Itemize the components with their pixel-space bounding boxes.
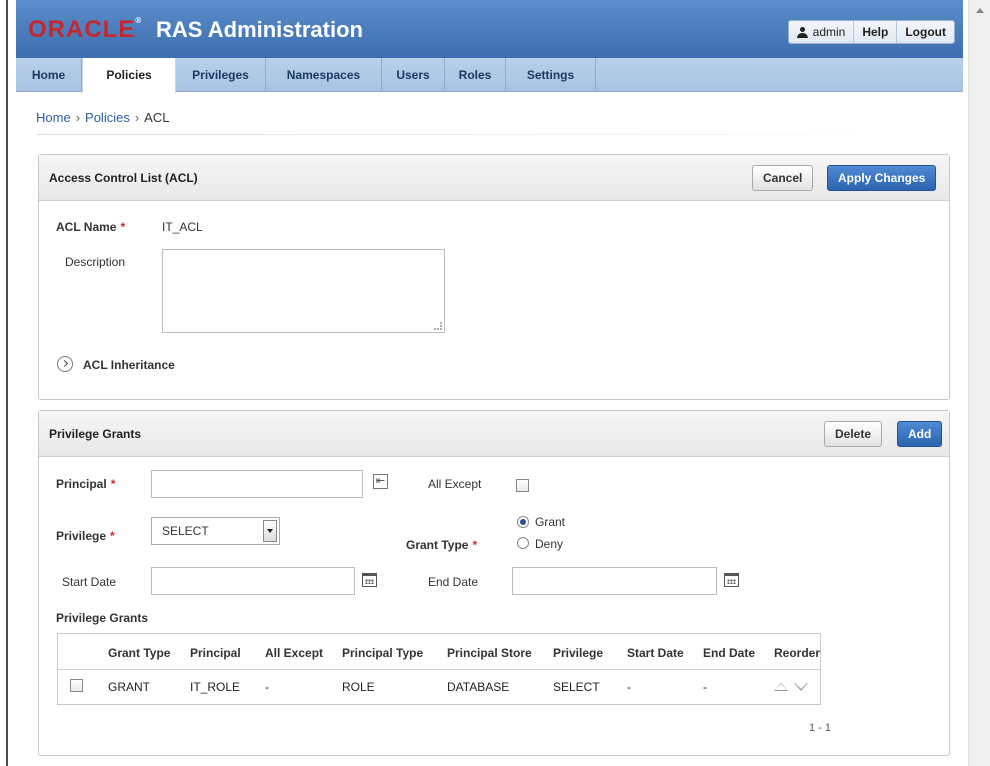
acl-region-header: Access Control List (ACL) Cancel Apply C…: [39, 155, 949, 201]
start-date-label: Start Date: [62, 575, 117, 589]
user-icon: [796, 26, 808, 38]
cell-principal-type: ROLE: [342, 680, 375, 694]
breadcrumb-separator: ›: [75, 110, 81, 125]
grant-option-label[interactable]: Grant: [535, 515, 565, 529]
required-marker: *: [110, 477, 116, 491]
end-date-label: End Date: [428, 575, 479, 589]
oracle-logo: ORACLE®: [28, 16, 142, 44]
cell-start-date: -: [627, 680, 631, 694]
principal-label: Principal *: [56, 477, 115, 491]
tab-policies[interactable]: Policies: [82, 58, 176, 93]
tab-privileges[interactable]: Privileges: [176, 58, 266, 92]
table-row: GRANT IT_ROLE - ROLE DATABASE SELECT - -: [58, 670, 820, 704]
grant-type-label: Grant Type *: [406, 538, 477, 552]
user-name: admin: [812, 25, 846, 39]
col-start-date[interactable]: Start Date: [627, 646, 684, 660]
expand-chevron-icon[interactable]: [57, 356, 73, 372]
move-down-icon[interactable]: [794, 683, 808, 691]
cell-principal: IT_ROLE: [190, 680, 241, 694]
description-label: Description: [65, 255, 126, 269]
calendar-icon[interactable]: [362, 573, 377, 587]
tab-namespaces[interactable]: Namespaces: [266, 58, 382, 92]
col-principal[interactable]: Principal: [190, 646, 241, 660]
pagination-range: 1 - 1: [808, 722, 831, 734]
description-textarea[interactable]: [162, 249, 445, 333]
tab-roles[interactable]: Roles: [445, 58, 506, 92]
principal-label-text: Principal: [56, 477, 107, 491]
acl-region: Access Control List (ACL) Cancel Apply C…: [38, 154, 950, 400]
privilege-label: Privilege *: [56, 529, 115, 543]
all-except-label: All Except: [428, 477, 482, 491]
tab-home[interactable]: Home: [16, 58, 82, 92]
apply-changes-button[interactable]: Apply Changes: [827, 165, 937, 191]
start-date-input[interactable]: [151, 567, 355, 595]
col-privilege[interactable]: Privilege: [553, 646, 603, 660]
col-reorder: Reorder: [774, 646, 821, 660]
breadcrumb-separator: ›: [134, 110, 140, 125]
cell-grant-type: GRANT: [108, 680, 150, 694]
required-marker: *: [110, 529, 115, 543]
cell-principal-store: DATABASE: [447, 680, 510, 694]
col-all-except[interactable]: All Except: [265, 646, 323, 660]
window-left-edge: [0, 0, 8, 766]
add-button[interactable]: Add: [897, 421, 943, 447]
app-title: RAS Administration: [156, 17, 363, 42]
cancel-button[interactable]: Cancel: [752, 165, 814, 191]
col-principal-type[interactable]: Principal Type: [342, 646, 423, 660]
logo-text: ORACLE: [28, 16, 136, 43]
privilege-grants-table: Grant Type Principal All Except Principa…: [57, 633, 821, 705]
cell-all-except: -: [265, 680, 269, 694]
acl-name-label-text: ACL Name: [56, 220, 117, 234]
col-end-date[interactable]: End Date: [703, 646, 755, 660]
breadcrumb-current: ACL: [144, 110, 170, 125]
scroll-up-icon[interactable]: [976, 8, 984, 13]
tab-users[interactable]: Users: [382, 58, 445, 92]
grants-region-header: Privilege Grants Delete Add: [39, 411, 949, 457]
acl-inheritance-toggle[interactable]: ACL Inheritance: [83, 358, 175, 372]
acl-name-value: IT_ACL: [162, 220, 203, 234]
dropdown-arrow-icon: [263, 520, 277, 542]
grant-radio[interactable]: [517, 516, 529, 528]
deny-option-label[interactable]: Deny: [535, 537, 563, 551]
grants-region-title: Privilege Grants: [49, 427, 142, 441]
all-except-checkbox[interactable]: [516, 479, 529, 492]
user-account[interactable]: admin: [789, 21, 854, 43]
vertical-scrollbar[interactable]: [968, 0, 990, 766]
col-principal-store[interactable]: Principal Store: [447, 646, 532, 660]
required-marker: *: [120, 220, 126, 234]
breadcrumb-home[interactable]: Home: [36, 110, 71, 125]
tab-settings[interactable]: Settings: [506, 58, 596, 92]
grant-type-label-text: Grant Type: [406, 538, 469, 552]
acl-region-title: Access Control List (ACL): [49, 171, 198, 185]
deny-radio[interactable]: [517, 537, 529, 549]
privilege-label-text: Privilege: [56, 529, 107, 543]
help-link[interactable]: Help: [853, 21, 896, 43]
delete-button[interactable]: Delete: [824, 421, 883, 447]
privilege-selected-value: SELECT: [162, 524, 209, 538]
app: ORACLE® RAS Administration admin Help Lo…: [16, 0, 963, 766]
end-date-input[interactable]: [512, 567, 717, 595]
row-select-checkbox[interactable]: [70, 679, 83, 692]
privilege-grants-region: Privilege Grants Delete Add Principal * ⇤…: [38, 410, 950, 756]
breadcrumb: Home › Policies › ACL: [36, 110, 169, 125]
cell-end-date: -: [703, 680, 707, 694]
logout-link[interactable]: Logout: [896, 21, 954, 43]
required-marker: *: [472, 538, 478, 552]
user-menu: admin Help Logout: [787, 20, 955, 44]
move-up-icon[interactable]: [774, 683, 788, 691]
breadcrumb-divider: [36, 134, 956, 135]
col-grant-type[interactable]: Grant Type: [108, 646, 170, 660]
principal-input[interactable]: [151, 470, 363, 498]
acl-name-label: ACL Name *: [56, 220, 125, 234]
breadcrumb-policies[interactable]: Policies: [85, 110, 130, 125]
list-of-values-icon[interactable]: ⇤: [373, 474, 388, 489]
cell-privilege: SELECT: [553, 680, 600, 694]
table-header: Grant Type Principal All Except Principa…: [58, 634, 820, 670]
main-tabs: Home Policies Privileges Namespaces User…: [16, 58, 963, 93]
logo-registered-mark: ®: [135, 16, 143, 25]
report-title: Privilege Grants: [56, 611, 149, 625]
calendar-icon[interactable]: [724, 573, 739, 587]
top-bar: ORACLE® RAS Administration admin Help Lo…: [16, 0, 963, 58]
privilege-select[interactable]: SELECT: [151, 517, 280, 545]
